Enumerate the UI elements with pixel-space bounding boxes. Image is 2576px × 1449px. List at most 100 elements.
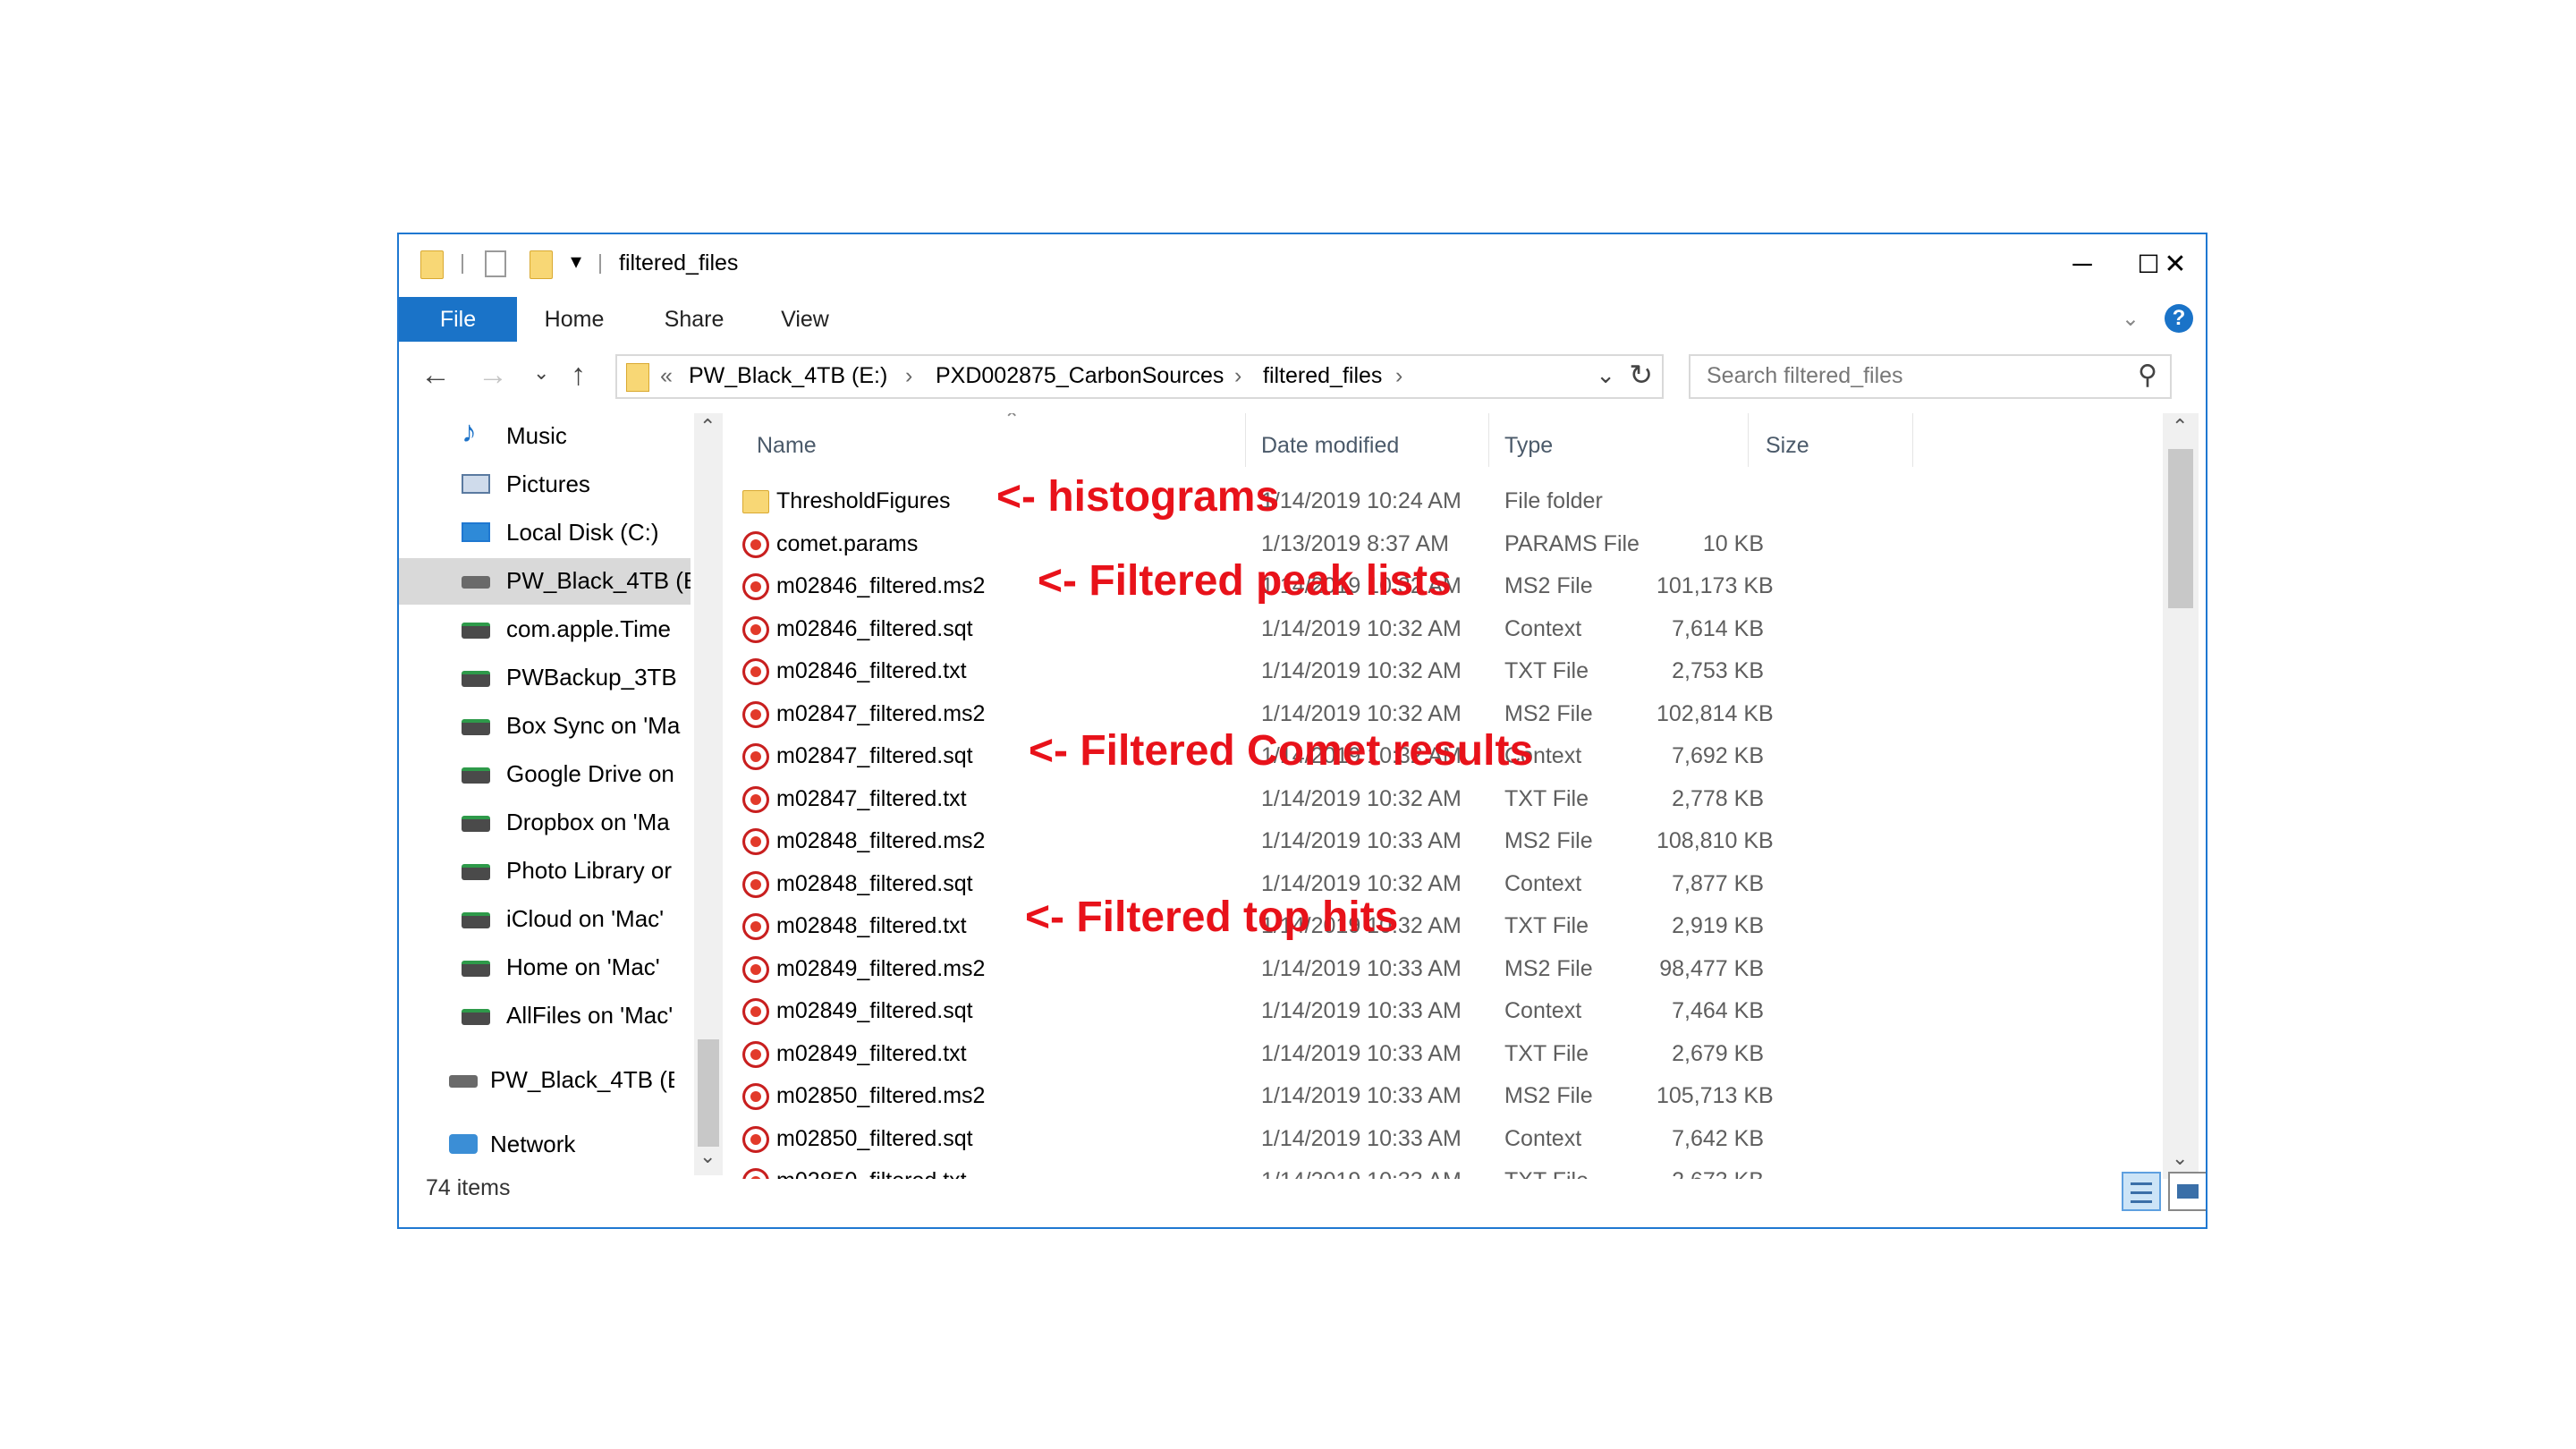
close-button[interactable]: ✕	[2148, 243, 2202, 286]
scroll-up-arrow-icon[interactable]: ⌃	[2172, 415, 2188, 438]
nav-item-photo-library[interactable]: Photo Library or	[399, 848, 691, 894]
nav-item-icloud[interactable]: iCloud on 'Mac'	[399, 896, 691, 943]
annotation-histograms: <- histograms	[996, 473, 1280, 521]
nav-item-music[interactable]: ♪ Music	[399, 413, 691, 460]
breadcrumb-project[interactable]: PXD002875_CarbonSources	[936, 363, 1224, 389]
annotation-top-hits: <- Filtered top hits	[1025, 894, 1399, 941]
file-row[interactable]: m02848_filtered.ms2 1/14/2019 10:33 AM MS2…	[735, 819, 1898, 862]
nav-item-pw-black-selected[interactable]: PW_Black_4TB (E	[399, 558, 691, 605]
file-size: 7,614 KB	[1672, 615, 1764, 641]
file-row[interactable]: m02850_filtered.txt 1/14/2019 10:33 AM TXT…	[735, 1159, 1898, 1179]
file-date: 1/14/2019 10:33 AM	[1261, 828, 1462, 853]
sort-ascending-icon: ⌃	[1004, 413, 1021, 430]
file-type: Context	[1504, 1125, 1582, 1151]
file-type: TXT File	[1504, 1168, 1589, 1179]
large-icons-view-button[interactable]	[2168, 1172, 2206, 1211]
file-row[interactable]: m02849_filtered.ms2 1/14/2019 10:33 AM MS2…	[735, 947, 1898, 990]
file-row[interactable]: m02850_filtered.ms2 1/14/2019 10:33 AM MS2…	[735, 1074, 1898, 1117]
file-list-scrollbar[interactable]: ⌃ ⌄	[2163, 413, 2199, 1179]
nav-item-allfiles[interactable]: AllFiles on 'Mac'	[399, 993, 691, 1039]
nav-item-label: Photo Library or	[506, 857, 672, 884]
nav-item-time-machine[interactable]: com.apple.Time	[399, 606, 691, 653]
column-header-type[interactable]: Type	[1504, 433, 1553, 459]
column-header-size[interactable]: Size	[1766, 433, 1809, 459]
nav-item-network[interactable]: Network	[399, 1122, 691, 1168]
file-row[interactable]: m02846_filtered.sqt 1/14/2019 10:32 AM Con…	[735, 607, 1898, 650]
file-date: 1/14/2019 10:33 AM	[1261, 1125, 1462, 1151]
comet-file-icon	[742, 743, 769, 770]
column-header-name[interactable]: Name	[757, 433, 817, 459]
file-list-scrollbar-thumb[interactable]	[2168, 449, 2193, 608]
nav-item-pictures[interactable]: Pictures	[399, 462, 691, 508]
breadcrumb-separator[interactable]: ›	[1234, 363, 1241, 389]
network-drive-icon	[462, 961, 490, 977]
file-name: m02848_filtered.txt	[776, 913, 967, 938]
file-row[interactable]: m02847_filtered.txt 1/14/2019 10:32 AM TXT…	[735, 777, 1898, 820]
pictures-icon	[462, 474, 490, 494]
file-row[interactable]: ThresholdFigures 1/14/2019 10:24 AM File f…	[735, 479, 1898, 522]
nav-item-dropbox[interactable]: Dropbox on 'Ma	[399, 800, 691, 846]
comet-file-icon	[742, 870, 769, 898]
file-size: 7,692 KB	[1672, 743, 1764, 768]
file-name: ThresholdFigures	[776, 488, 951, 513]
file-date: 1/14/2019 10:33 AM	[1261, 955, 1462, 981]
nav-pane-scrollbar-thumb[interactable]	[698, 1039, 719, 1147]
file-name: m02846_filtered.sqt	[776, 615, 973, 641]
tab-view[interactable]: View	[760, 297, 850, 342]
minimize-button[interactable]: ─	[2055, 243, 2109, 286]
file-row[interactable]: m02849_filtered.sqt 1/14/2019 10:33 AM Con…	[735, 989, 1898, 1032]
details-view-button[interactable]	[2122, 1172, 2161, 1211]
address-dropdown-icon[interactable]: ⌄	[1596, 361, 1615, 389]
file-row[interactable]: m02849_filtered.txt 1/14/2019 10:33 AM TXT…	[735, 1032, 1898, 1075]
expand-ribbon-icon[interactable]: ⌄	[2122, 306, 2140, 332]
tab-home[interactable]: Home	[530, 297, 619, 342]
file-size: 108,810 KB	[1657, 828, 1774, 853]
nav-item-pw-black-root[interactable]: PW_Black_4TB (E:)	[399, 1057, 691, 1104]
nav-item-box-sync[interactable]: Box Sync on 'Ma	[399, 703, 691, 750]
back-arrow-icon[interactable]: ←	[420, 358, 451, 393]
search-input[interactable]: Search filtered_files ⚲	[1689, 354, 2172, 399]
file-row[interactable]: m02850_filtered.sqt 1/14/2019 10:33 AM Con…	[735, 1117, 1898, 1160]
nav-item-local-disk[interactable]: Local Disk (C:)	[399, 510, 691, 556]
new-folder-icon[interactable]	[530, 250, 553, 279]
up-arrow-icon[interactable]: ↑	[571, 358, 586, 393]
nav-pane-scrollbar[interactable]: ⌃ ⌄	[694, 413, 723, 1175]
comet-file-icon	[742, 913, 769, 940]
nav-item-pwbackup[interactable]: PWBackup_3TB	[399, 655, 691, 701]
breadcrumb-overflow[interactable]: «	[660, 363, 673, 389]
file-name: m02847_filtered.ms2	[776, 700, 986, 726]
nav-item-google-drive[interactable]: Google Drive on	[399, 751, 691, 798]
file-type: TXT File	[1504, 1040, 1589, 1066]
column-header-date[interactable]: Date modified	[1261, 433, 1399, 459]
ribbon-tabs: File Home Share View ⌄ ?	[399, 297, 2206, 342]
help-icon[interactable]: ?	[2165, 304, 2193, 333]
search-icon: ⚲	[2138, 360, 2157, 390]
breadcrumb-drive[interactable]: PW_Black_4TB (E:)	[689, 363, 887, 389]
folder-icon	[626, 363, 649, 392]
scroll-down-arrow-icon[interactable]: ⌄	[2172, 1147, 2188, 1170]
forward-arrow-icon[interactable]: →	[478, 358, 508, 393]
comet-file-icon	[742, 1125, 769, 1153]
recent-locations-icon[interactable]: ⌄	[533, 361, 549, 385]
file-date: 1/14/2019 10:33 AM	[1261, 1040, 1462, 1066]
file-name: m02850_filtered.sqt	[776, 1125, 973, 1151]
refresh-icon[interactable]: ↻	[1629, 358, 1653, 392]
scroll-down-arrow-icon[interactable]: ⌄	[699, 1145, 716, 1168]
scroll-up-arrow-icon[interactable]: ⌃	[699, 415, 716, 438]
item-count: 74 items	[426, 1175, 511, 1200]
breadcrumb-separator[interactable]: ›	[905, 363, 912, 389]
network-drive-icon	[462, 912, 490, 928]
customize-toolbar-icon[interactable]: ▾	[571, 249, 581, 275]
comet-file-icon	[742, 955, 769, 983]
address-bar[interactable]: « PW_Black_4TB (E:) › PXD002875_CarbonSo…	[615, 354, 1664, 399]
tab-file[interactable]: File	[399, 297, 517, 342]
comet-file-icon	[742, 658, 769, 685]
navigation-bar: ← → ⌄ ↑ « PW_Black_4TB (E:) › PXD002875_…	[399, 351, 2206, 404]
properties-icon[interactable]	[485, 250, 506, 277]
breadcrumb-separator[interactable]: ›	[1395, 363, 1402, 389]
nav-item-home[interactable]: Home on 'Mac'	[399, 945, 691, 991]
folder-icon[interactable]	[420, 250, 444, 279]
file-row[interactable]: m02846_filtered.txt 1/14/2019 10:32 AM TXT…	[735, 649, 1898, 692]
tab-share[interactable]: Share	[649, 297, 739, 342]
breadcrumb-current[interactable]: filtered_files	[1263, 363, 1382, 389]
